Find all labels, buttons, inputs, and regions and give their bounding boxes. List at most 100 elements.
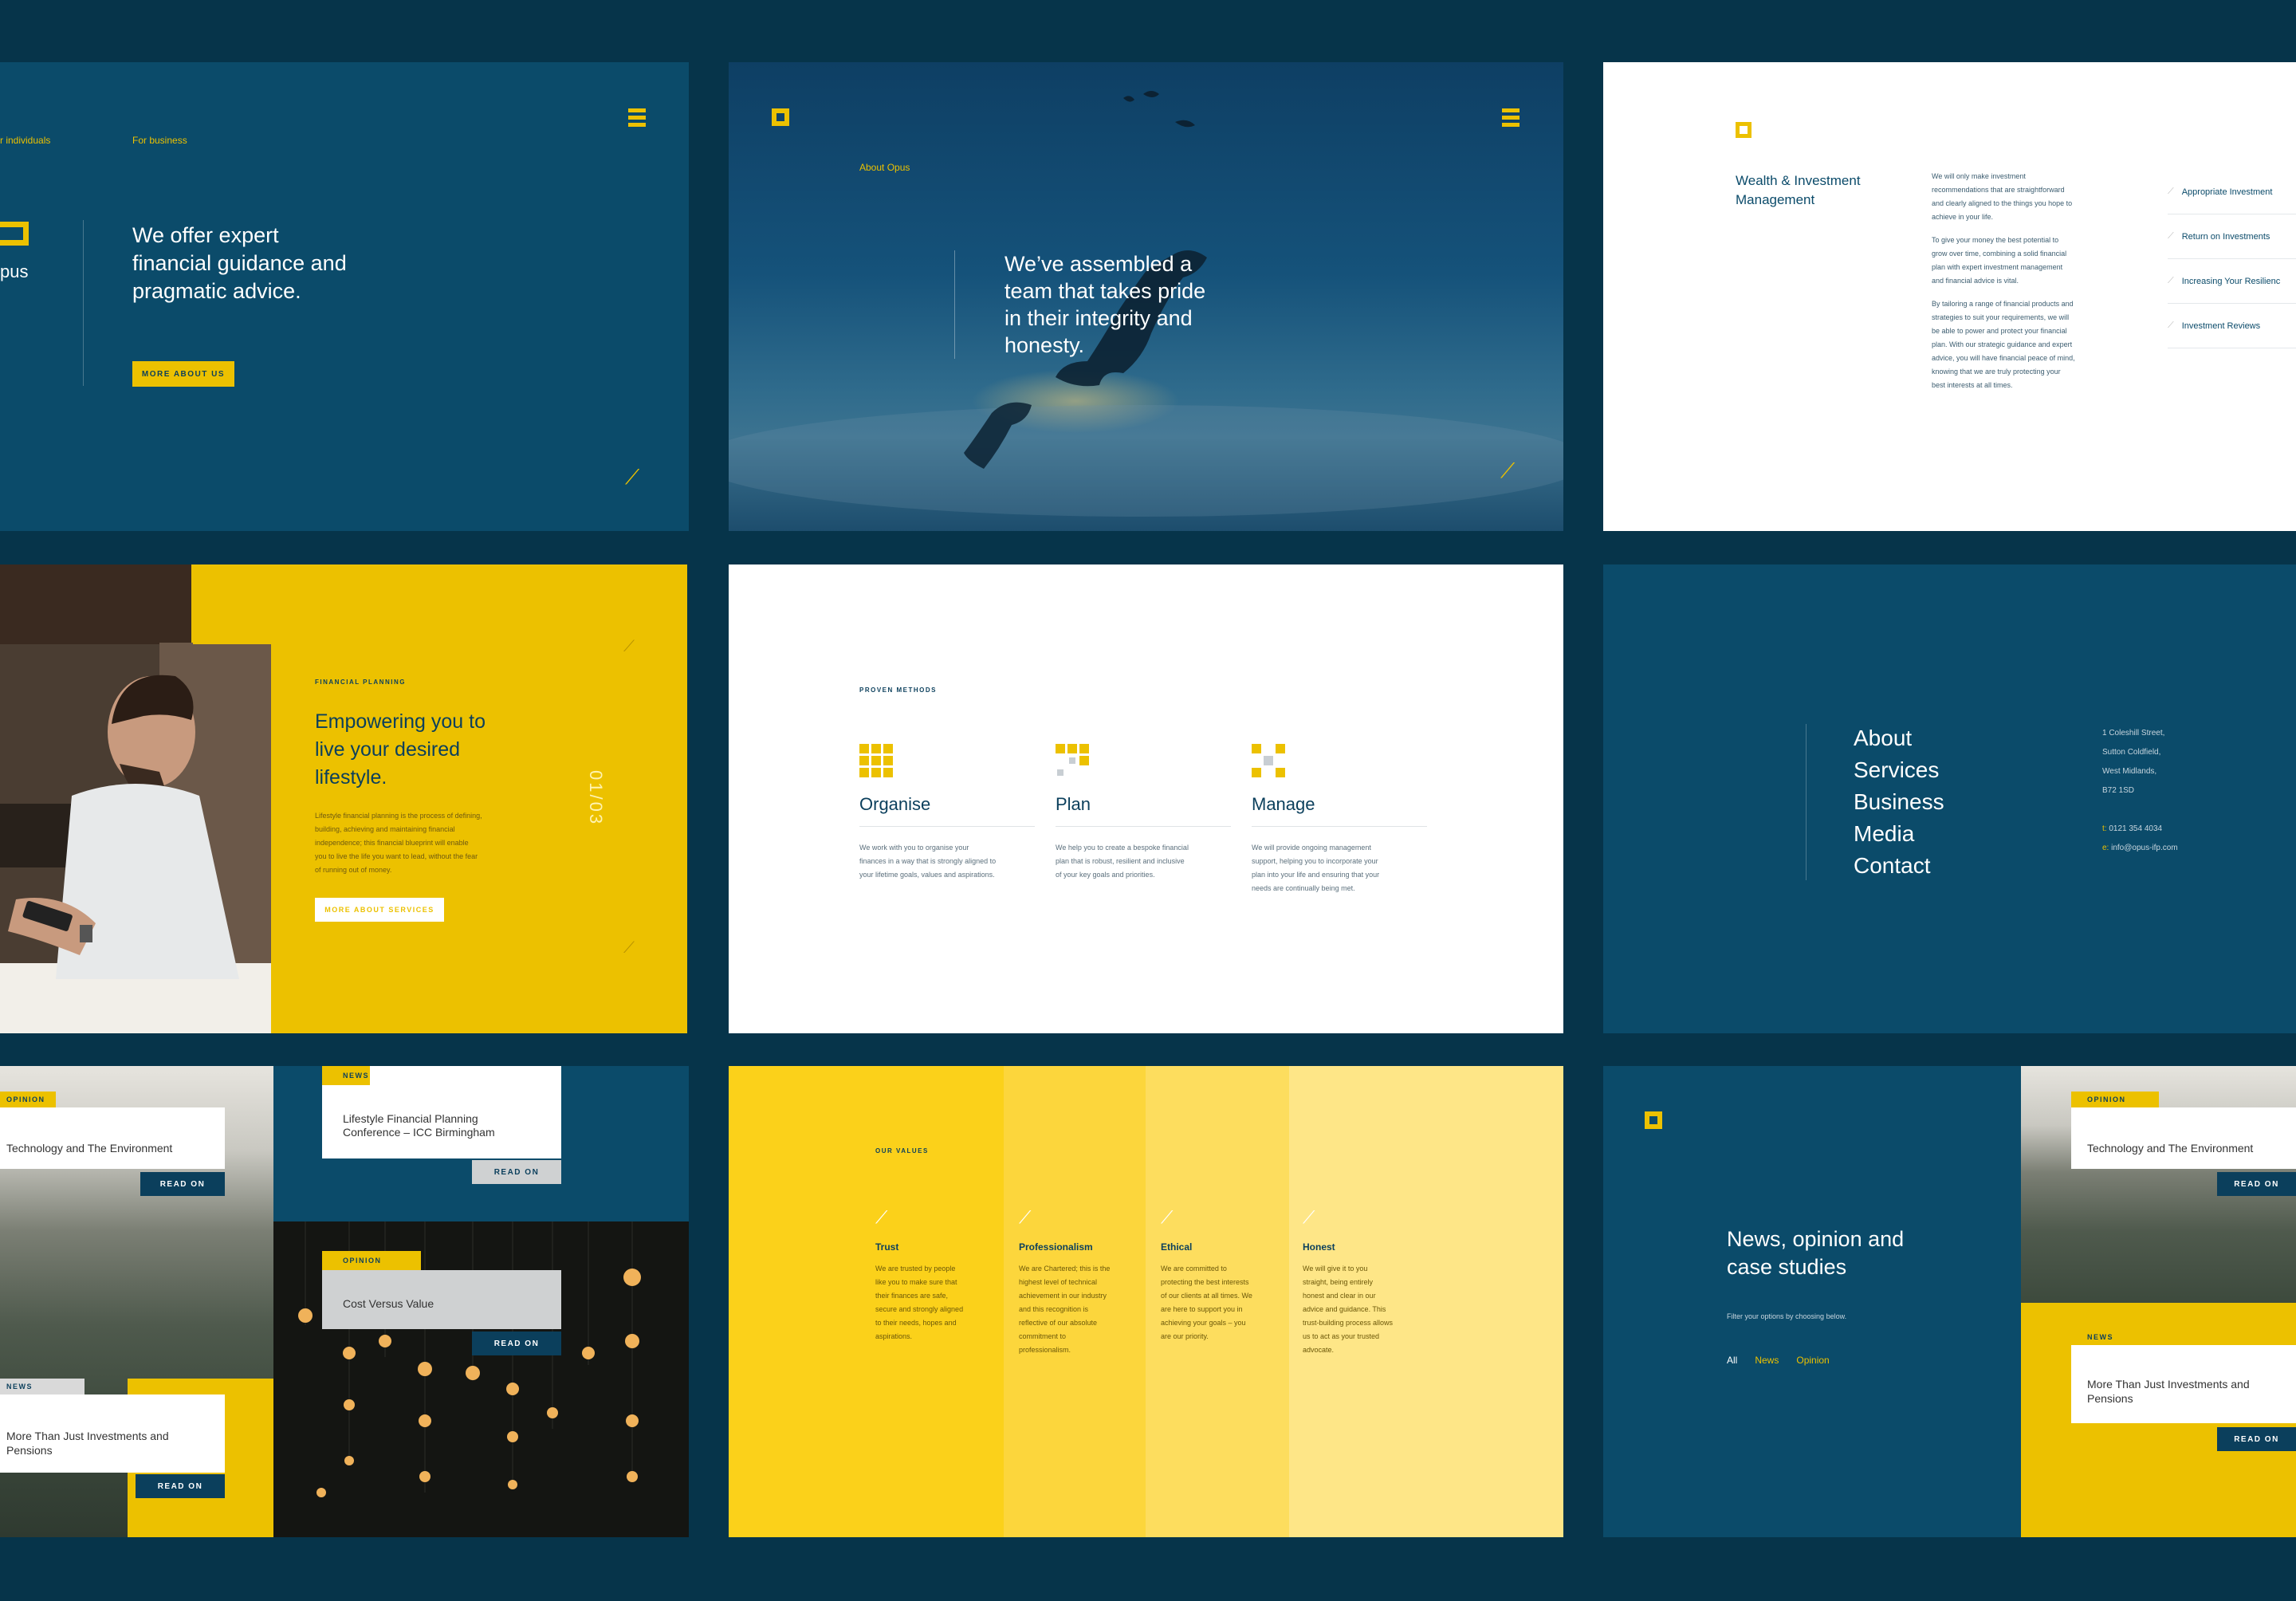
grid-icon <box>859 744 893 777</box>
section-label: PROVEN METHODS <box>859 686 938 694</box>
sparkle-icon: ⟋ <box>1019 1208 1032 1228</box>
phone-line[interactable]: t: 0121 354 4034 <box>2102 820 2178 839</box>
panel-site-menu: About Services Business Media Contact 1 … <box>1603 564 2296 1033</box>
slide-counter: 01/03 <box>586 770 606 827</box>
panel-proven-methods: PROVEN METHODS Organise We work with you… <box>729 564 1563 1033</box>
more-about-services-button[interactable]: MORE ABOUT SERVICES <box>315 898 444 922</box>
news-headline: News, opinion and case studies <box>1727 1227 1905 1279</box>
sparkle-icon: ⟋ <box>623 636 635 655</box>
panel-wealth-investment: Wealth & Investment Management We will on… <box>1603 62 2296 531</box>
panel-about-skydivers: About Opus We’ve assembled a team that ta… <box>729 62 1563 531</box>
sparkle-icon: ⟋ <box>875 1208 888 1228</box>
panel-news-grid: OPINION Technology and The Environment R… <box>0 1066 689 1537</box>
about-headline: We’ve assembled a team that takes pride in… <box>1005 252 1206 357</box>
section-headline: Empowering you to live your desired lifest… <box>315 710 486 789</box>
arrow-icon: ⟋ <box>2168 276 2174 285</box>
method-title: Plan <box>1056 794 1231 827</box>
value-professionalism: ⟋ Professionalism We are Chartered; this… <box>1019 1210 1138 1357</box>
arrow-icon: ⟋ <box>2168 187 2174 196</box>
read-on-button[interactable]: READ ON <box>472 1332 561 1355</box>
nav-individuals[interactable]: r individuals <box>0 135 50 146</box>
card-title: Technology and The Environment <box>6 1142 173 1155</box>
method-body: We help you to create a bespoke financia… <box>1056 844 1189 879</box>
opus-logo-mark <box>0 222 29 246</box>
value-body: We will give it to you straight, being en… <box>1303 1265 1394 1354</box>
section-label: FINANCIAL PLANNING <box>315 679 406 686</box>
method-plan: Plan We help you to create a bespoke fin… <box>1056 744 1231 882</box>
logo-text: pus <box>0 262 29 281</box>
hero-headline: We offer expert financial guidance and pra… <box>132 223 347 303</box>
photo-cutout-top <box>193 564 271 644</box>
method-manage: Manage We will provide ongoing managemen… <box>1252 744 1427 895</box>
value-title: Honest <box>1303 1241 1335 1253</box>
plan-icon <box>1056 744 1089 776</box>
card-title: Cost Versus Value <box>343 1297 434 1310</box>
panel-home-hero: r individuals For business pus We offer … <box>0 62 689 531</box>
menu-item-business[interactable]: Business <box>1854 786 1944 818</box>
filter-instructions: Filter your options by choosing below. <box>1727 1312 1847 1320</box>
sparkle-icon: ⟋ <box>1500 459 1516 483</box>
method-organise: Organise We work with you to organise yo… <box>859 744 1035 882</box>
news-card[interactable] <box>0 1107 225 1169</box>
menu-item-about[interactable]: About <box>1854 722 1944 754</box>
nav-business[interactable]: For business <box>132 135 187 146</box>
menu-item-contact[interactable]: Contact <box>1854 850 1944 882</box>
value-title: Professionalism <box>1019 1241 1093 1253</box>
news-card[interactable] <box>2071 1107 2296 1169</box>
read-on-button[interactable]: READ ON <box>136 1474 225 1498</box>
section-body: We will only make investment recommendati… <box>1932 172 2075 389</box>
panel-financial-planning: FINANCIAL PLANNING Empowering you to live… <box>0 564 687 1033</box>
address-block: 1 Coleshill Street, Sutton Coldfield, West… <box>2102 724 2178 858</box>
tag-opinion: OPINION <box>0 1092 56 1107</box>
method-title: Organise <box>859 794 1035 827</box>
arrow-icon: ⟋ <box>2168 231 2174 241</box>
read-on-button[interactable]: READ ON <box>2217 1172 2296 1196</box>
tag-opinion: OPINION <box>322 1251 421 1270</box>
section-title: Wealth & Investment Management <box>1736 173 1861 207</box>
link-return-on-investments[interactable]: ⟋ Return on Investments <box>2168 214 2296 259</box>
filter-bar: All News Opinion <box>1727 1355 1830 1366</box>
link-investment-reviews[interactable]: ⟋ Investment Reviews <box>2168 304 2296 348</box>
divider-line <box>1806 724 1807 880</box>
filter-all[interactable]: All <box>1727 1355 1737 1366</box>
link-appropriate-investment[interactable]: ⟋ Appropriate Investment <box>2168 170 2296 214</box>
menu-icon[interactable] <box>1502 108 1520 128</box>
read-on-button[interactable]: READ ON <box>140 1172 225 1196</box>
tag-news: NEWS <box>2071 1329 2159 1345</box>
card-title: Lifestyle Financial Planning Conference –… <box>343 1112 495 1139</box>
method-title: Manage <box>1252 794 1427 827</box>
panel-our-values: OUR VALUES ⟋ Trust We are trusted by peo… <box>729 1066 1563 1537</box>
tag-news: NEWS <box>322 1066 370 1085</box>
more-about-us-button[interactable]: MORE ABOUT US <box>132 361 234 387</box>
arrow-icon: ⟋ <box>2168 321 2174 330</box>
menu-icon[interactable] <box>628 108 646 128</box>
tag-news: NEWS <box>0 1379 85 1394</box>
sparkle-icon: ⟋ <box>625 466 640 490</box>
read-on-button[interactable]: READ ON <box>2217 1427 2296 1451</box>
method-body: We will provide ongoing management suppor… <box>1252 844 1380 892</box>
link-increasing-resilience[interactable]: ⟋ Increasing Your Resilienc <box>2168 259 2296 304</box>
value-body: We are trusted by people like you to make… <box>875 1265 964 1340</box>
card-title: More Than Just Investments and Pensions <box>2087 1378 2250 1405</box>
opus-o-logo[interactable] <box>772 108 789 126</box>
value-honest: ⟋ Honest We will give it to you straight,… <box>1303 1210 1430 1357</box>
section-body: Lifestyle financial planning is the proc… <box>315 812 482 874</box>
menu-item-services[interactable]: Services <box>1854 754 1944 786</box>
read-on-button[interactable]: READ ON <box>472 1160 561 1184</box>
opus-o-logo[interactable] <box>1645 1111 1662 1129</box>
manage-icon <box>1252 744 1285 777</box>
panel-news-filter: News, opinion and case studies Filter you… <box>1603 1066 2296 1537</box>
value-body: We are committed to protecting the best i… <box>1161 1265 1252 1340</box>
sparkle-icon: ⟋ <box>1161 1208 1174 1228</box>
email-line[interactable]: e: info@opus-ifp.com <box>2102 839 2178 858</box>
card-title: Technology and The Environment <box>2087 1142 2254 1155</box>
investment-links: ⟋ Appropriate Investment ⟋ Return on Inves… <box>2168 170 2296 348</box>
opus-o-logo[interactable] <box>1736 122 1751 138</box>
value-title: Trust <box>875 1241 899 1253</box>
method-body: We work with you to organise your finance… <box>859 844 997 879</box>
section-label: OUR VALUES <box>875 1147 929 1155</box>
filter-news[interactable]: News <box>1755 1355 1779 1366</box>
filter-opinion[interactable]: Opinion <box>1796 1355 1829 1366</box>
menu-item-media[interactable]: Media <box>1854 818 1944 850</box>
card-title: More Than Just Investments and Pensions <box>6 1430 169 1457</box>
